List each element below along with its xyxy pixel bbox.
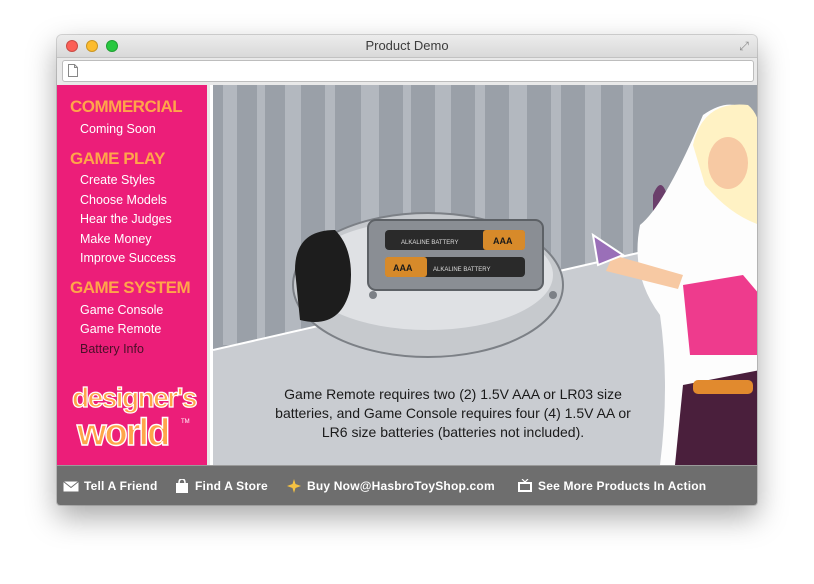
section-heading-game-play: GAME PLAY xyxy=(70,149,166,168)
section-heading-game-system: GAME SYSTEM xyxy=(70,278,191,297)
battery-label-3: ALKALINE BATTERY xyxy=(433,267,490,273)
fullscreen-icon[interactable]: ⤢ xyxy=(737,39,751,53)
see-more-products-label: See More Products In Action xyxy=(538,479,707,493)
nav-item-hear-the-judges[interactable]: Hear the Judges xyxy=(80,212,172,226)
nav-item-make-money[interactable]: Make Money xyxy=(80,232,152,246)
tell-a-friend-link[interactable]: Tell A Friend xyxy=(63,478,158,494)
sparkle-icon xyxy=(287,479,301,493)
footer-bar: Tell A Friend Find A Store Buy Now@Hasbr… xyxy=(57,465,757,505)
shopping-bag-icon xyxy=(176,479,188,493)
page-content: COMMERCIAL Coming Soon GAME PLAY Create … xyxy=(57,85,757,465)
nav-item-create-styles[interactable]: Create Styles xyxy=(80,173,155,187)
nav-item-choose-models[interactable]: Choose Models xyxy=(80,193,167,207)
tv-icon xyxy=(518,479,532,492)
browser-window: Product Demo ⤢ COMMERCIAL Coming Soon GA… xyxy=(57,35,757,505)
logo-line-1: designer's xyxy=(72,382,197,413)
title-bar: Product Demo ⤢ xyxy=(57,35,757,58)
buy-now-label: Buy Now@HasbroToyShop.com xyxy=(307,479,495,493)
section-heading-commercial: COMMERCIAL xyxy=(70,97,183,116)
find-a-store-label: Find A Store xyxy=(195,479,268,493)
battery-label-4: AAA xyxy=(393,263,413,273)
document-icon xyxy=(68,64,78,77)
window-title: Product Demo xyxy=(365,38,449,53)
address-bar[interactable] xyxy=(62,60,754,82)
buy-now-link[interactable]: Buy Now@HasbroToyShop.com xyxy=(286,478,495,494)
logo-line-2: world xyxy=(76,412,168,454)
battery-label-1: ALKALINE BATTERY xyxy=(401,240,458,246)
battery-info-text: Game Remote requires two (2) 1.5V AAA or… xyxy=(275,386,631,440)
designers-world-logo: designer's world TM xyxy=(71,381,197,454)
see-more-products-link[interactable]: See More Products In Action xyxy=(517,478,706,494)
nav-item-game-console[interactable]: Game Console xyxy=(80,303,163,317)
logo-trademark: TM xyxy=(181,419,190,425)
nav-item-improve-success[interactable]: Improve Success xyxy=(80,251,176,265)
battery-label-2: AAA xyxy=(493,236,513,246)
tell-a-friend-label: Tell A Friend xyxy=(84,479,158,493)
find-a-store-link[interactable]: Find A Store xyxy=(174,478,268,494)
nav-item-battery-info[interactable]: Battery Info xyxy=(80,342,144,356)
nav-item-coming-soon[interactable]: Coming Soon xyxy=(80,122,156,136)
sidebar-nav: COMMERCIAL Coming Soon GAME PLAY Create … xyxy=(57,85,207,465)
product-stage: ALKALINE BATTERY AAA AAA ALKALINE BATTER… xyxy=(210,85,757,465)
nav-item-game-remote[interactable]: Game Remote xyxy=(80,322,161,336)
envelope-icon xyxy=(63,481,79,492)
